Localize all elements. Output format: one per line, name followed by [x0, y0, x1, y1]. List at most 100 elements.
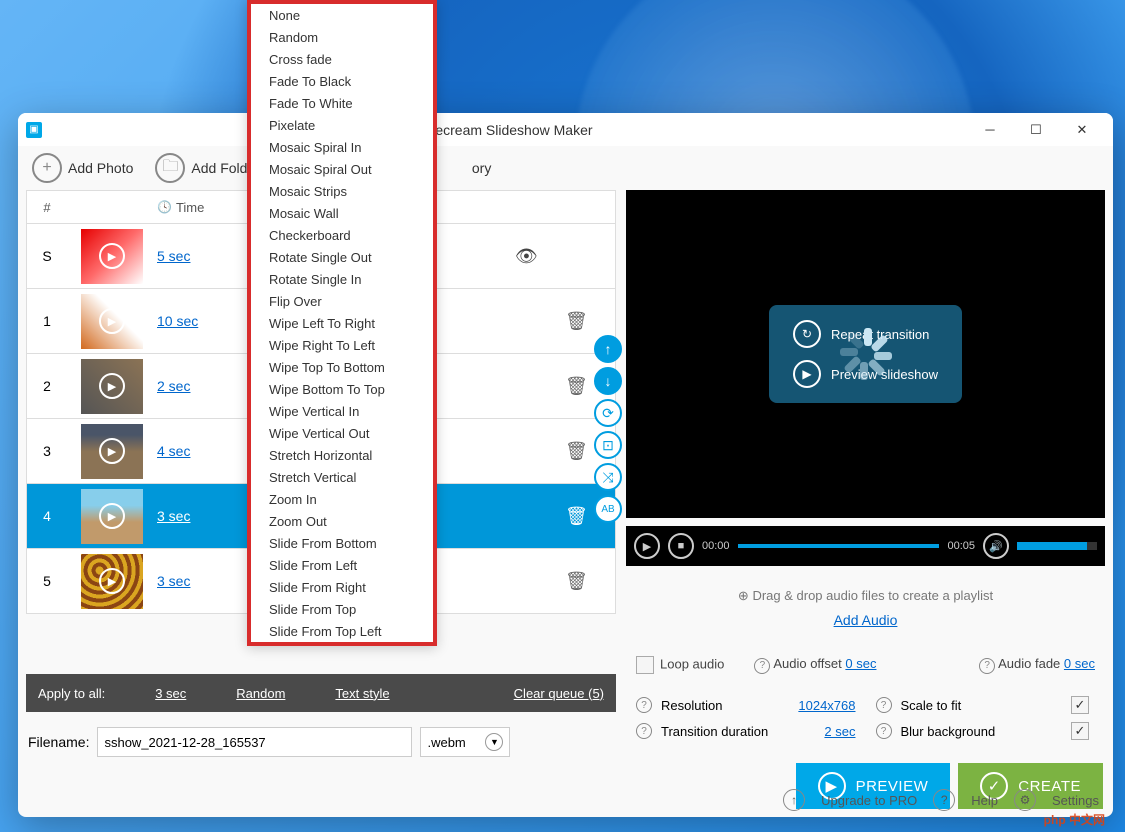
dropdown-item[interactable]: Mosaic Wall	[251, 202, 433, 224]
footer-bar: ↑ Upgrade to PRO ? Help ⚙ Settings	[783, 789, 1099, 811]
play-button[interactable]: ▶	[634, 533, 660, 559]
dropdown-item[interactable]: None	[251, 4, 433, 26]
time-link[interactable]: 5 sec	[157, 248, 190, 264]
trash-icon[interactable]: 🗑	[565, 571, 588, 591]
apply-transition-link[interactable]: Random	[236, 686, 285, 701]
dropdown-item[interactable]: Pixelate	[251, 114, 433, 136]
blur-background-setting: ?Blur background	[876, 722, 1096, 740]
blur-checkbox[interactable]	[1071, 722, 1089, 740]
trash-icon[interactable]: 🗑	[565, 376, 588, 396]
eye-icon[interactable]: 👁	[515, 246, 538, 266]
dropdown-item[interactable]: Flip Over	[251, 290, 433, 312]
help-icon[interactable]: ?	[636, 723, 652, 739]
audio-offset-link[interactable]: 0 sec	[845, 656, 876, 671]
dropdown-item[interactable]: Slide From Left	[251, 554, 433, 576]
dropdown-item[interactable]: Wipe Vertical In	[251, 400, 433, 422]
dropdown-item[interactable]: Random	[251, 26, 433, 48]
export-settings: ?Resolution1024x768 ?Scale to fit ?Trans…	[626, 688, 1105, 748]
dropdown-item[interactable]: Cross fade	[251, 48, 433, 70]
loop-audio-checkbox[interactable]: Loop audio	[636, 656, 724, 674]
time-link[interactable]: 4 sec	[157, 443, 190, 459]
dropdown-item[interactable]: Wipe Vertical Out	[251, 422, 433, 444]
close-button[interactable]: ✕	[1059, 115, 1105, 145]
apply-text-link[interactable]: Text style	[335, 686, 389, 701]
time-link[interactable]: 3 sec	[157, 573, 190, 589]
dropdown-item[interactable]: Mosaic Strips	[251, 180, 433, 202]
stop-button[interactable]: ■	[668, 533, 694, 559]
dropdown-item[interactable]: Stretch Horizontal	[251, 444, 433, 466]
header-time[interactable]: 🕓Time	[157, 200, 252, 215]
toolbar: + Add Photo 🗀 Add Folder ory	[18, 146, 1113, 190]
resolution-link[interactable]: 1024x768	[798, 698, 855, 713]
rotate-button[interactable]: ⟳	[594, 399, 622, 427]
trash-icon[interactable]: 🗑	[565, 506, 588, 526]
time-link[interactable]: 2 sec	[157, 378, 190, 394]
mute-button[interactable]: 🔊	[983, 533, 1009, 559]
ab-button[interactable]: AB	[594, 495, 622, 523]
dropdown-item[interactable]: Fade To White	[251, 92, 433, 114]
dropdown-item[interactable]: Slide From Right	[251, 576, 433, 598]
time-link[interactable]: 10 sec	[157, 313, 198, 329]
dropdown-item[interactable]: Mosaic Spiral Out	[251, 158, 433, 180]
gear-icon: ⚙	[1014, 789, 1036, 811]
time-end: 00:05	[947, 540, 975, 552]
move-down-button[interactable]: ↓	[594, 367, 622, 395]
dropdown-item[interactable]: Slide From Bottom	[251, 532, 433, 554]
app-icon: ▣	[26, 122, 42, 138]
crop-button[interactable]: ⊡	[594, 431, 622, 459]
clear-queue-link[interactable]: Clear queue (5)	[514, 686, 604, 701]
dropdown-item[interactable]: Checkerboard	[251, 224, 433, 246]
dropdown-item[interactable]: Wipe Left To Right	[251, 312, 433, 334]
plus-icon: +	[32, 153, 62, 183]
slide-thumbnail[interactable]: ▶	[81, 294, 143, 349]
help-icon[interactable]: ?	[636, 697, 652, 713]
upgrade-link[interactable]: Upgrade to PRO	[821, 793, 917, 808]
slide-thumbnail[interactable]: ▶	[81, 554, 143, 609]
move-up-button[interactable]: ↑	[594, 335, 622, 363]
extension-selector[interactable]: .webm ▼	[420, 727, 510, 757]
help-link[interactable]: Help	[971, 793, 998, 808]
shuffle-button[interactable]: ⤨	[594, 463, 622, 491]
trash-icon[interactable]: 🗑	[565, 441, 588, 461]
audio-drop-area[interactable]: ⊕ Drag & drop audio files to create a pl…	[626, 574, 1105, 642]
scale-checkbox[interactable]	[1071, 696, 1089, 714]
dropdown-item[interactable]: Wipe Bottom To Top	[251, 378, 433, 400]
dropdown-item[interactable]: Fade To Black	[251, 70, 433, 92]
volume-slider[interactable]	[1017, 542, 1097, 550]
slide-thumbnail[interactable]: ▶	[81, 424, 143, 479]
slide-thumbnail[interactable]: ▶	[81, 229, 143, 284]
slide-thumbnail[interactable]: ▶	[81, 359, 143, 414]
dropdown-item[interactable]: Wipe Right To Left	[251, 334, 433, 356]
dropdown-item[interactable]: Zoom Out	[251, 510, 433, 532]
settings-link[interactable]: Settings	[1052, 793, 1099, 808]
add-photo-button[interactable]: + Add Photo	[26, 149, 139, 187]
transition-dropdown[interactable]: NoneRandomCross fadeFade To BlackFade To…	[247, 0, 437, 646]
reorder-buttons: ↑ ↓ ⟳ ⊡ ⤨ AB	[594, 335, 622, 523]
dropdown-item[interactable]: Zoom In	[251, 488, 433, 510]
history-button[interactable]: ory	[466, 156, 497, 180]
help-icon[interactable]: ?	[754, 658, 770, 674]
help-icon[interactable]: ?	[876, 697, 892, 713]
trash-icon[interactable]: 🗑	[565, 311, 588, 331]
filename-input[interactable]	[97, 727, 412, 757]
minimize-button[interactable]: ─	[967, 115, 1013, 145]
dropdown-item[interactable]: Slide From Top	[251, 598, 433, 620]
help-icon[interactable]: ?	[876, 723, 892, 739]
dropdown-item[interactable]: Mosaic Spiral In	[251, 136, 433, 158]
maximize-button[interactable]: ☐	[1013, 115, 1059, 145]
progress-bar[interactable]	[738, 544, 940, 548]
play-icon: ▶	[99, 438, 125, 464]
dropdown-item[interactable]: Rotate Single In	[251, 268, 433, 290]
time-link[interactable]: 3 sec	[157, 508, 190, 524]
add-audio-link[interactable]: Add Audio	[640, 612, 1091, 628]
audio-fade: ?Audio fade 0 sec	[979, 656, 1095, 674]
help-icon[interactable]: ?	[979, 658, 995, 674]
dropdown-item[interactable]: Stretch Vertical	[251, 466, 433, 488]
dropdown-item[interactable]: Slide From Top Left	[251, 620, 433, 642]
slide-thumbnail[interactable]: ▶	[81, 489, 143, 544]
duration-link[interactable]: 2 sec	[824, 724, 855, 739]
dropdown-item[interactable]: Rotate Single Out	[251, 246, 433, 268]
apply-time-link[interactable]: 3 sec	[155, 686, 186, 701]
audio-fade-link[interactable]: 0 sec	[1064, 656, 1095, 671]
dropdown-item[interactable]: Wipe Top To Bottom	[251, 356, 433, 378]
